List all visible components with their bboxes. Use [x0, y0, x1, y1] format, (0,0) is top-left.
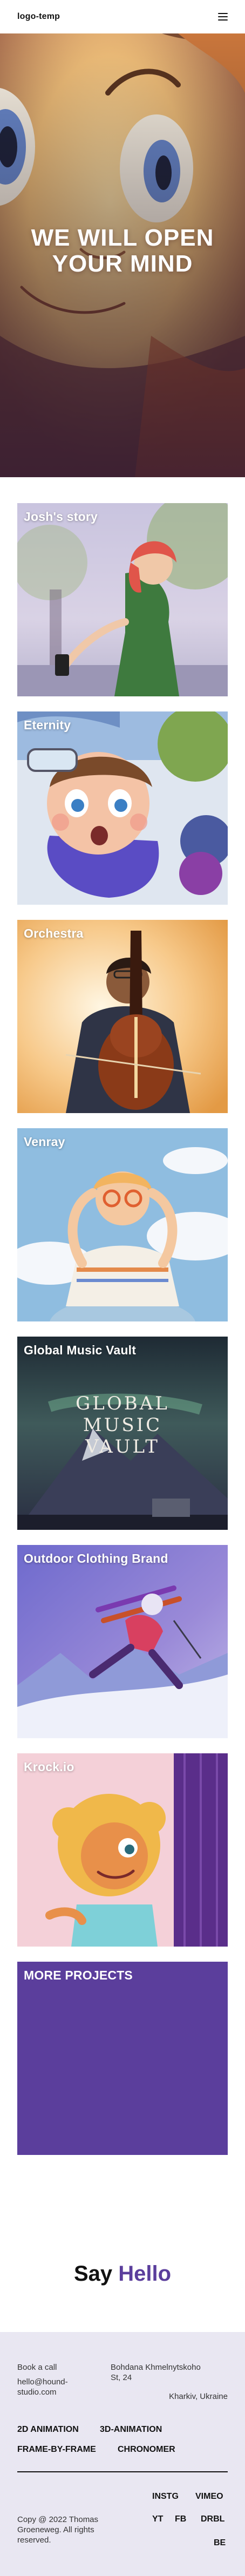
project-title: Venray: [24, 1135, 65, 1149]
site-logo[interactable]: logo-temp: [17, 12, 60, 22]
social-link-behance[interactable]: BE: [214, 2538, 226, 2548]
artwork-text-global: GLOBAL: [76, 1393, 169, 1414]
footer-nav-frame-by-frame[interactable]: FRAME-BY-FRAME: [17, 2445, 96, 2455]
social-link-instagram[interactable]: INSTG: [152, 2492, 179, 2502]
site-header: logo-temp: [0, 0, 245, 33]
project-card-krock-io[interactable]: Krock.io: [17, 1753, 228, 1947]
project-title: Eternity: [24, 718, 71, 732]
address-city: Kharkiv, Ukraine: [169, 2392, 228, 2401]
email-link[interactable]: hello@hound- studio.com: [17, 2377, 68, 2397]
say-hello-part-2: Hello: [118, 2262, 172, 2286]
krock-io-artwork: [17, 1753, 228, 1947]
project-card-global-music-vault[interactable]: GLOBAL MUSIC VAULT Global Music Vault: [17, 1337, 228, 1530]
social-link-youtube[interactable]: YT: [152, 2514, 163, 2524]
email-line-2: studio.com: [17, 2388, 57, 2397]
social-link-facebook[interactable]: FB: [175, 2514, 186, 2524]
global-music-vault-artwork: GLOBAL MUSIC VAULT: [17, 1337, 228, 1530]
email-line-1: hello@hound-: [17, 2377, 68, 2387]
book-call-link[interactable]: Book a call: [17, 2362, 57, 2372]
copyright-line-3: reserved.: [17, 2536, 51, 2545]
venray-artwork: [17, 1128, 228, 1321]
artwork-text-vault: VAULT: [85, 1436, 160, 1458]
address-line-2: St, 24: [111, 2373, 132, 2382]
eternity-artwork: [17, 711, 228, 905]
project-card-outdoor-clothing-brand[interactable]: Outdoor Clothing Brand: [17, 1545, 228, 1738]
footer-nav-2d-animation[interactable]: 2D ANIMATION: [17, 2425, 79, 2435]
site-footer: Book a call hello@hound- studio.com Bohd…: [0, 2332, 245, 2576]
footer-nav-3d-animation[interactable]: 3D-ANIMATION: [100, 2425, 162, 2435]
project-card-orchestra[interactable]: Orchestra: [17, 920, 228, 1113]
project-title: Josh's story: [24, 510, 98, 524]
hero-title-line-2: YOUR MIND: [52, 250, 193, 277]
project-title: Krock.io: [24, 1760, 74, 1774]
orchestra-artwork: [17, 920, 228, 1113]
address: Bohdana Khmelnytskoho St, 24: [111, 2362, 201, 2383]
more-projects-title: MORE PROJECTS: [24, 1968, 133, 1982]
copyright: Copy @ 2022 Thomas Groeneweg. All rights…: [17, 2514, 98, 2545]
hamburger-icon[interactable]: [218, 13, 228, 21]
footer-nav-chronomer[interactable]: CHRONOMER: [118, 2445, 175, 2455]
project-card-venray[interactable]: Venray: [17, 1128, 228, 1321]
project-card-eternity[interactable]: Eternity: [17, 711, 228, 905]
say-hello-part-1: Say: [73, 2262, 113, 2286]
joshs-story-artwork: [17, 503, 228, 696]
hero-banner: WE WILL OPEN YOUR MIND: [0, 33, 245, 477]
page: logo-temp WE WILL OPEN YOUR MIND Josh's …: [0, 0, 245, 2576]
artwork-text-music: MUSIC: [83, 1414, 162, 1436]
project-title: Global Music Vault: [24, 1343, 137, 1357]
social-link-dribbble[interactable]: DRBL: [201, 2514, 224, 2524]
address-line-1: Bohdana Khmelnytskoho: [111, 2363, 201, 2372]
footer-divider: [17, 2471, 228, 2472]
social-link-vimeo[interactable]: VIMEO: [195, 2492, 223, 2502]
project-title: Outdoor Clothing Brand: [24, 1551, 168, 1565]
copyright-line-2: Groeneweg. All rights: [17, 2525, 94, 2534]
project-card-joshs-story[interactable]: Josh's story: [17, 503, 228, 696]
project-title: Orchestra: [24, 926, 84, 940]
say-hello-heading[interactable]: Say Hello: [0, 2262, 245, 2286]
copyright-line-1: Copy @ 2022 Thomas: [17, 2515, 99, 2524]
hero-title-line-1: WE WILL OPEN: [31, 225, 214, 251]
outdoor-clothing-artwork: [17, 1545, 228, 1738]
more-projects-card[interactable]: MORE PROJECTS: [17, 1962, 228, 2155]
hero-title: WE WILL OPEN YOUR MIND: [0, 225, 245, 277]
